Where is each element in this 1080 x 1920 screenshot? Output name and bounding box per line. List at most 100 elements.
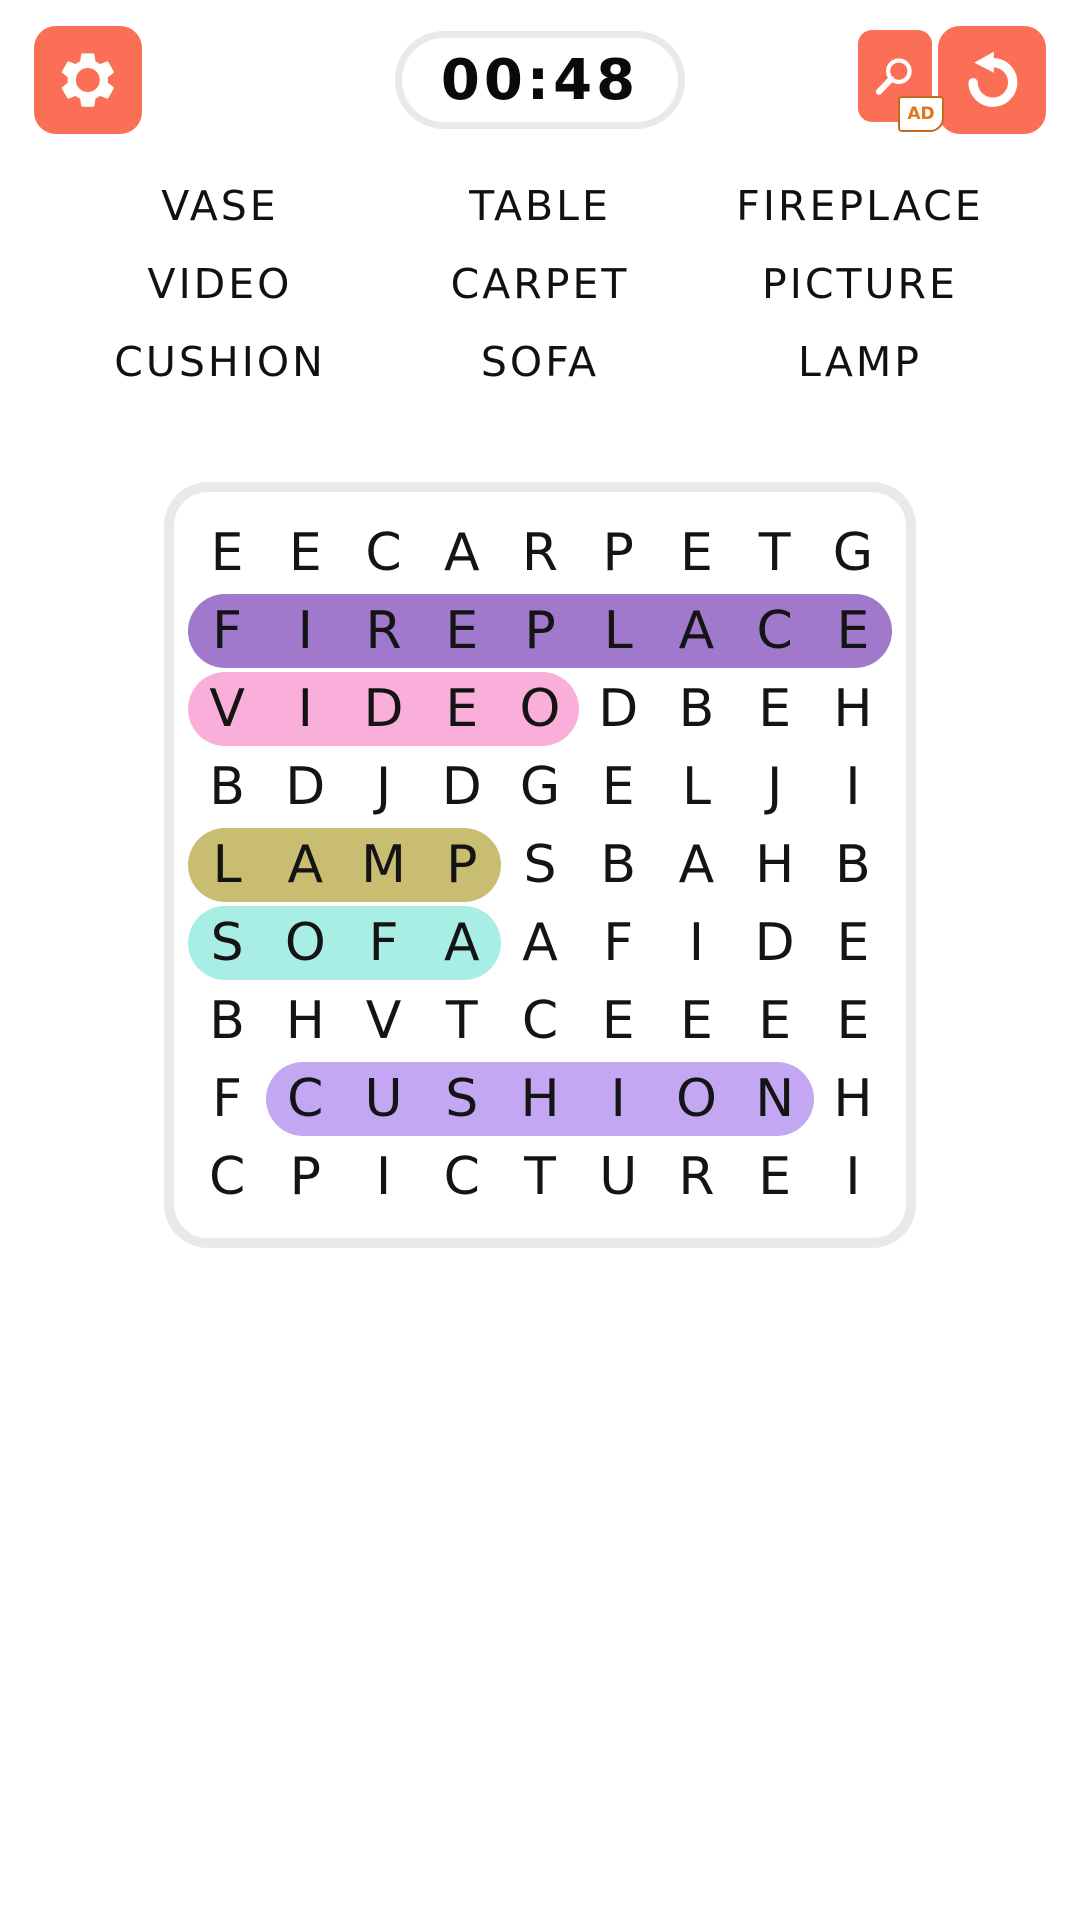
hint-button[interactable]: AD bbox=[858, 30, 944, 132]
grid-cell[interactable]: S bbox=[188, 904, 266, 982]
grid-cell[interactable]: J bbox=[344, 748, 422, 826]
grid-cell[interactable]: I bbox=[579, 1060, 657, 1138]
grid-cell[interactable]: D bbox=[266, 748, 344, 826]
grid-cell[interactable]: C bbox=[501, 982, 579, 1060]
letter-grid[interactable]: EECARPETGFIREPLACEVIDEODBEHBDJDGELJILAMP… bbox=[188, 514, 892, 1216]
grid-cell[interactable]: C bbox=[188, 1138, 266, 1216]
grid-cell[interactable]: H bbox=[266, 982, 344, 1060]
grid-cell[interactable]: H bbox=[814, 1060, 892, 1138]
grid-cell[interactable]: E bbox=[736, 982, 814, 1060]
grid-cell[interactable]: I bbox=[814, 748, 892, 826]
grid-cell[interactable]: L bbox=[579, 592, 657, 670]
grid-cell[interactable]: F bbox=[344, 904, 422, 982]
grid-cell[interactable]: E bbox=[423, 592, 501, 670]
grid-cell[interactable]: H bbox=[501, 1060, 579, 1138]
word-label: LAMP bbox=[798, 338, 922, 386]
grid-cell[interactable]: D bbox=[736, 904, 814, 982]
grid-cell[interactable]: C bbox=[266, 1060, 344, 1138]
word-search-card: EECARPETGFIREPLACEVIDEODBEHBDJDGELJILAMP… bbox=[164, 482, 916, 1248]
grid-cell[interactable]: O bbox=[266, 904, 344, 982]
word-list-item: VASE bbox=[60, 178, 380, 234]
grid-cell[interactable]: V bbox=[344, 982, 422, 1060]
grid-cell[interactable]: O bbox=[501, 670, 579, 748]
word-found: FIREPLACE bbox=[728, 182, 992, 230]
word-list-item: LAMP bbox=[700, 334, 1020, 390]
grid-cell[interactable]: B bbox=[188, 748, 266, 826]
grid-cell[interactable]: I bbox=[266, 670, 344, 748]
grid-cell[interactable]: A bbox=[657, 826, 735, 904]
grid-cell[interactable]: B bbox=[814, 826, 892, 904]
grid-cell[interactable]: F bbox=[579, 904, 657, 982]
grid-cell[interactable]: E bbox=[814, 904, 892, 982]
grid-cell[interactable]: P bbox=[501, 592, 579, 670]
settings-button[interactable] bbox=[34, 26, 142, 134]
grid-cell[interactable]: E bbox=[814, 982, 892, 1060]
grid-cell[interactable]: S bbox=[423, 1060, 501, 1138]
timer-display: 00:48 bbox=[395, 31, 685, 129]
grid-cell[interactable]: E bbox=[423, 670, 501, 748]
grid-cell[interactable]: H bbox=[736, 826, 814, 904]
grid-cell[interactable]: I bbox=[266, 592, 344, 670]
grid-cell[interactable]: M bbox=[344, 826, 422, 904]
grid-cell[interactable]: P bbox=[266, 1138, 344, 1216]
ad-badge: AD bbox=[898, 96, 944, 132]
grid-cell[interactable]: J bbox=[736, 748, 814, 826]
word-label: SOFA bbox=[480, 338, 600, 386]
grid-cell[interactable]: T bbox=[423, 982, 501, 1060]
grid-cell[interactable]: T bbox=[501, 1138, 579, 1216]
grid-cell[interactable]: H bbox=[814, 670, 892, 748]
word-list-item: TABLE bbox=[380, 178, 700, 234]
grid-cell[interactable]: R bbox=[501, 514, 579, 592]
grid-cell[interactable]: R bbox=[657, 1138, 735, 1216]
grid-cell[interactable]: C bbox=[423, 1138, 501, 1216]
grid-cell[interactable]: U bbox=[579, 1138, 657, 1216]
grid-cell[interactable]: C bbox=[736, 592, 814, 670]
grid-cell[interactable]: E bbox=[579, 982, 657, 1060]
grid-cell[interactable]: V bbox=[188, 670, 266, 748]
grid-cell[interactable]: A bbox=[423, 514, 501, 592]
grid-cell[interactable]: E bbox=[657, 982, 735, 1060]
grid-cell[interactable]: A bbox=[266, 826, 344, 904]
grid-cell[interactable]: O bbox=[657, 1060, 735, 1138]
grid-cell[interactable]: D bbox=[344, 670, 422, 748]
grid-cell[interactable]: E bbox=[266, 514, 344, 592]
grid-cell[interactable]: B bbox=[188, 982, 266, 1060]
grid-cell[interactable]: D bbox=[423, 748, 501, 826]
grid-cell[interactable]: A bbox=[423, 904, 501, 982]
grid-cell[interactable]: C bbox=[344, 514, 422, 592]
grid-cell[interactable]: A bbox=[501, 904, 579, 982]
grid-cell[interactable]: T bbox=[736, 514, 814, 592]
word-found: VIDEO bbox=[139, 260, 301, 308]
reset-button[interactable] bbox=[938, 26, 1046, 134]
grid-cell[interactable]: L bbox=[657, 748, 735, 826]
grid-cell[interactable]: G bbox=[814, 514, 892, 592]
grid-cell[interactable]: L bbox=[188, 826, 266, 904]
word-list-item: CARPET bbox=[380, 256, 700, 312]
grid-cell[interactable]: B bbox=[579, 826, 657, 904]
grid-cell[interactable]: E bbox=[736, 670, 814, 748]
grid-cell[interactable]: N bbox=[736, 1060, 814, 1138]
grid-cell[interactable]: I bbox=[814, 1138, 892, 1216]
grid-cell[interactable]: B bbox=[657, 670, 735, 748]
grid-cell[interactable]: D bbox=[579, 670, 657, 748]
grid-cell[interactable]: E bbox=[188, 514, 266, 592]
grid-cell[interactable]: G bbox=[501, 748, 579, 826]
grid-cell[interactable]: P bbox=[423, 826, 501, 904]
grid-cell[interactable]: P bbox=[579, 514, 657, 592]
word-list-item: CUSHION bbox=[60, 334, 380, 390]
grid-cell[interactable]: I bbox=[657, 904, 735, 982]
grid-cell[interactable]: R bbox=[344, 592, 422, 670]
grid-cell[interactable]: S bbox=[501, 826, 579, 904]
grid-cell[interactable]: F bbox=[188, 1060, 266, 1138]
word-list: VASE TABLE FIREPLACE VIDEO CARPET PICTURE CUSH… bbox=[0, 178, 1080, 390]
grid-cell[interactable]: A bbox=[657, 592, 735, 670]
grid-cell[interactable]: E bbox=[579, 748, 657, 826]
word-list-item: SOFA bbox=[380, 334, 700, 390]
grid-cell[interactable]: E bbox=[814, 592, 892, 670]
grid-cell[interactable]: I bbox=[344, 1138, 422, 1216]
grid-cell[interactable]: U bbox=[344, 1060, 422, 1138]
undo-arrow-icon bbox=[968, 51, 1018, 107]
grid-cell[interactable]: F bbox=[188, 592, 266, 670]
grid-cell[interactable]: E bbox=[736, 1138, 814, 1216]
grid-cell[interactable]: E bbox=[657, 514, 735, 592]
